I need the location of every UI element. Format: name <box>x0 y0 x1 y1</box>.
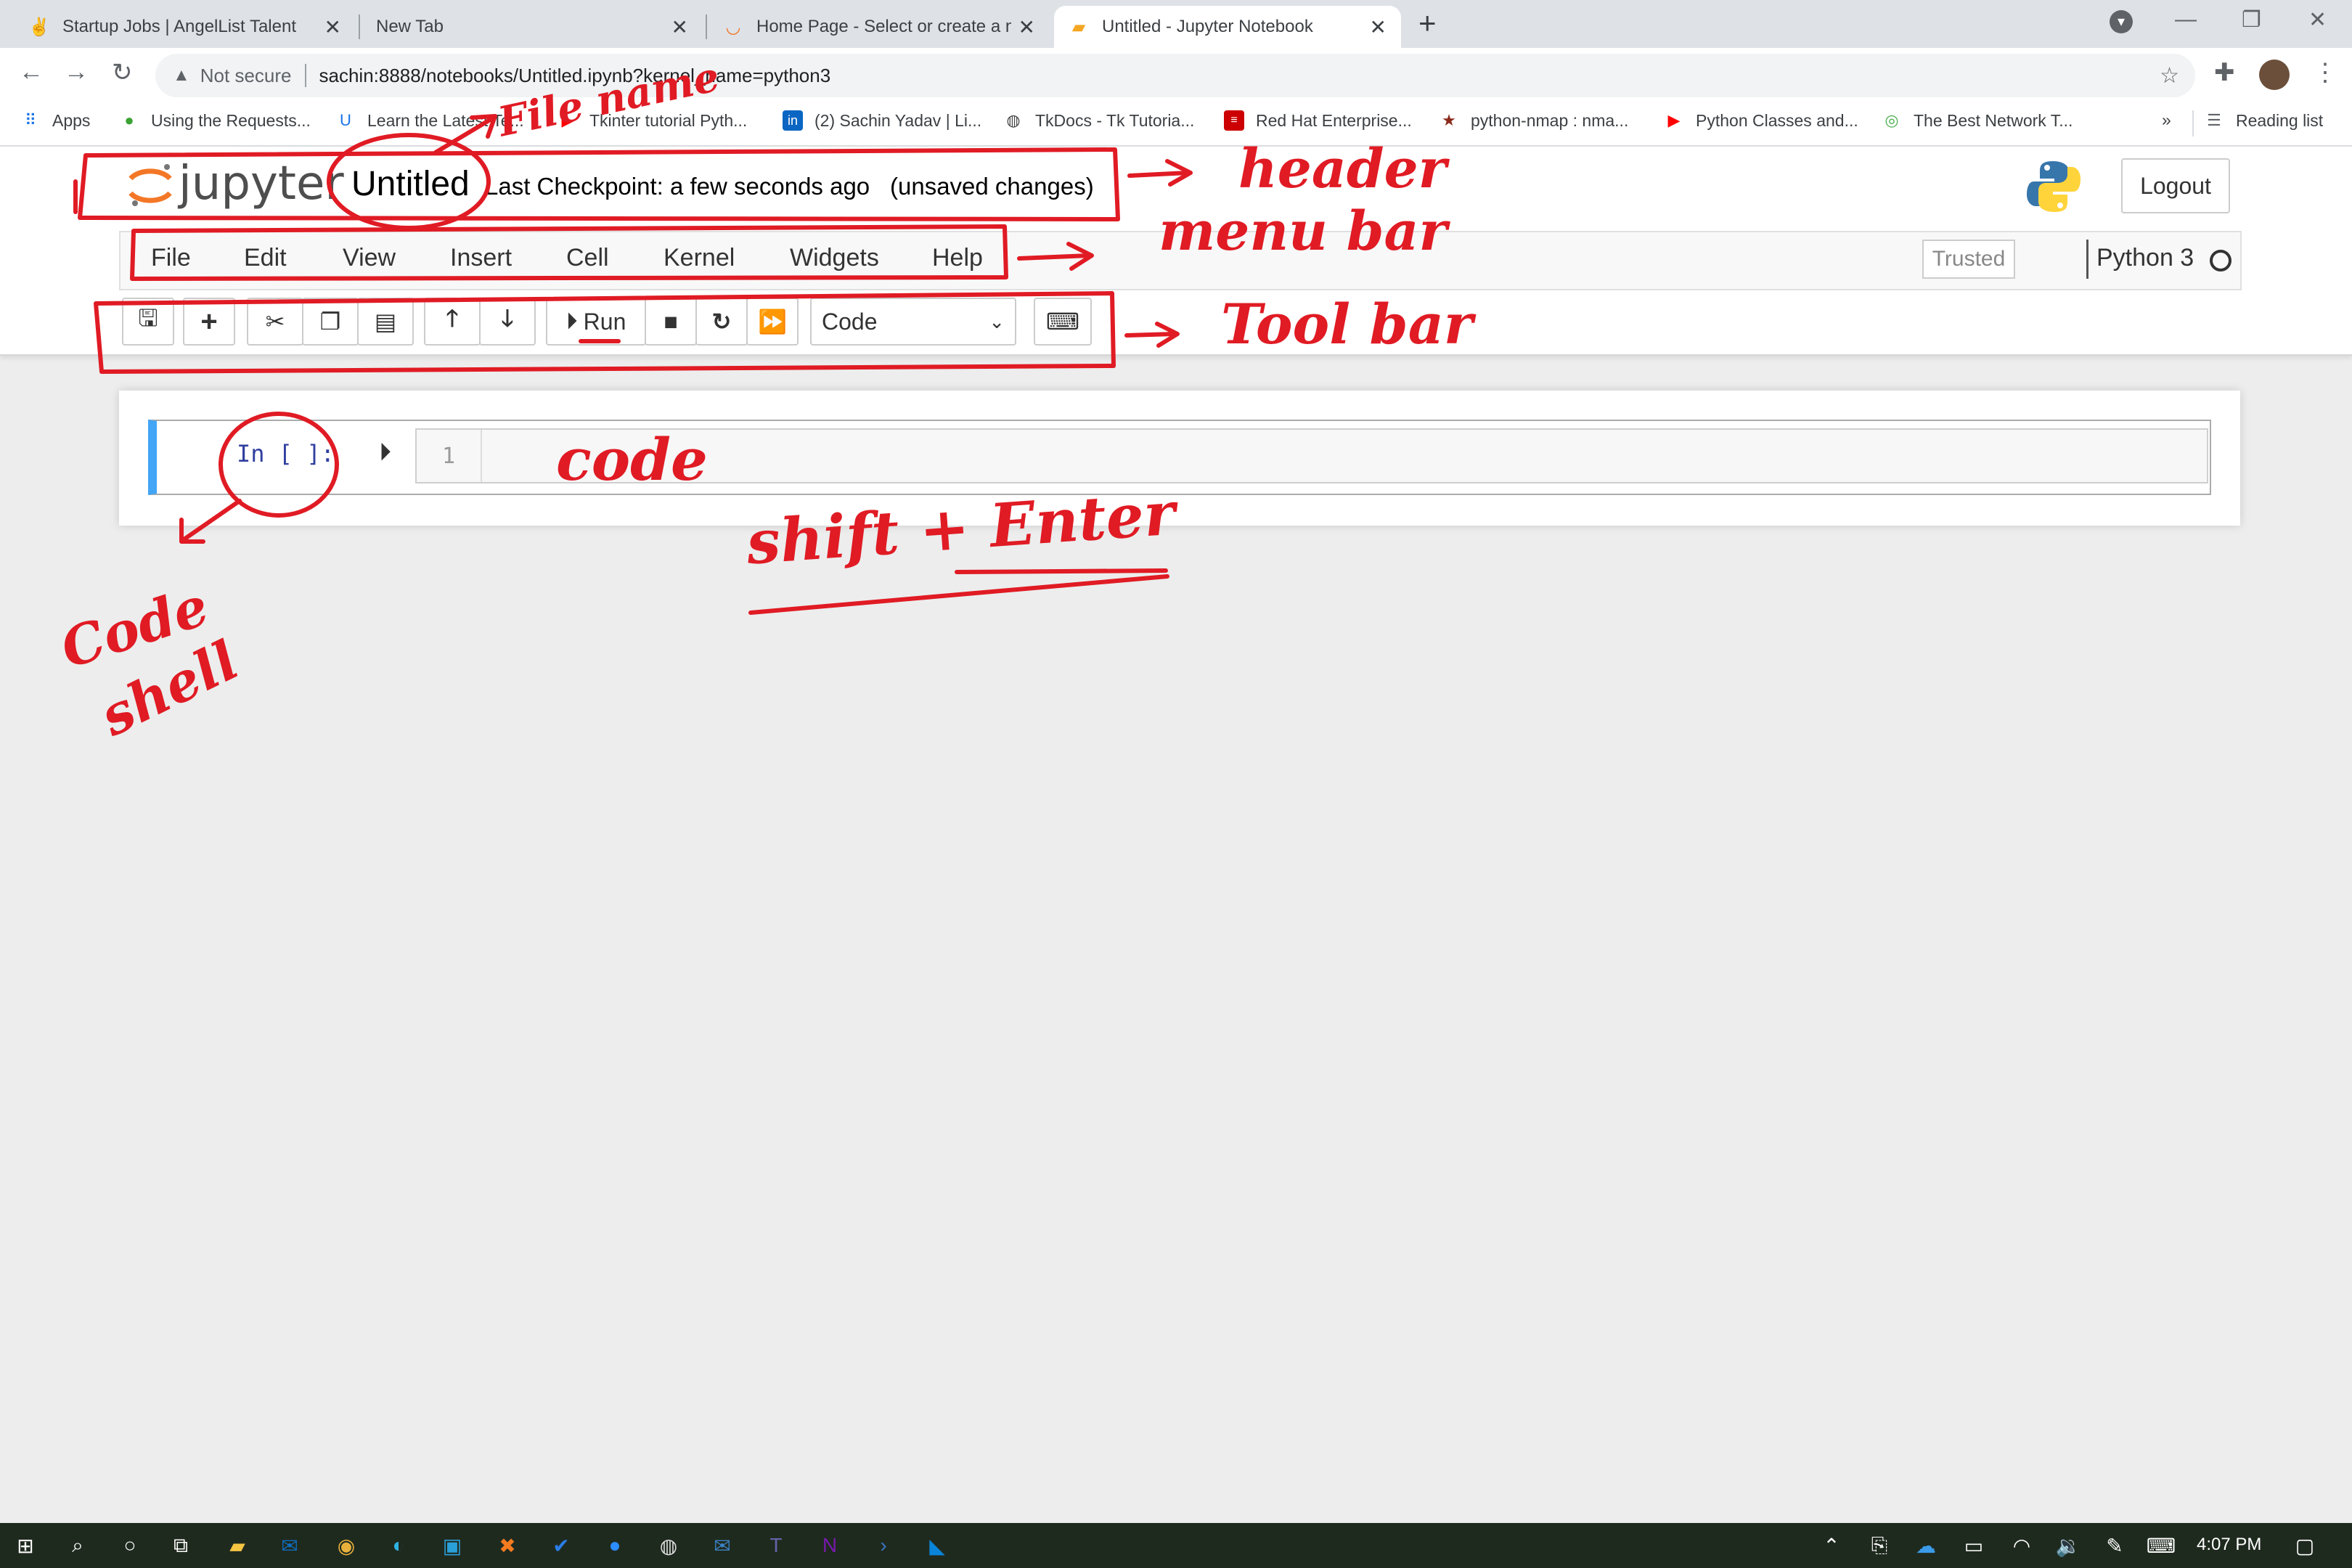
onenote-icon[interactable]: N <box>816 1532 844 1559</box>
annotation-tool-bar: Tool bar <box>1221 292 1473 356</box>
onedrive-icon[interactable]: ☁ <box>1912 1532 1940 1559</box>
chrome-icon[interactable]: ◉ <box>332 1532 360 1559</box>
pen-icon[interactable]: ✎ <box>2101 1532 2128 1559</box>
photos-icon[interactable]: ▣ <box>438 1532 466 1559</box>
annotation-code: code <box>556 425 708 494</box>
vscode-icon[interactable]: ◣ <box>923 1532 951 1559</box>
windows-taskbar: ⊞ ⌕ ○ ⧉ ▰ ✉ ◉ ◐ ▣ ✖ ✔ ● ◍ ✉ T N › ◣ ⌃ ⎘ … <box>0 1523 2352 1568</box>
keyboard-icon[interactable]: ⌨ <box>2147 1532 2176 1559</box>
chevron-up-icon[interactable]: ⌃ <box>1818 1532 1845 1559</box>
annotation-menu-bar: menu bar <box>1159 200 1447 263</box>
edge-icon[interactable]: ◐ <box>385 1532 412 1559</box>
todo-icon[interactable]: ✔ <box>547 1532 575 1559</box>
wifi-icon[interactable]: ◠ <box>2008 1532 2035 1559</box>
annotation-header: header <box>1238 138 1447 200</box>
outlook-icon[interactable]: ✉ <box>276 1532 303 1559</box>
globe-icon[interactable]: ◍ <box>655 1532 682 1559</box>
xampp-icon[interactable]: ✖ <box>494 1532 521 1559</box>
meet-now-icon[interactable]: ⎘ <box>1866 1532 1893 1559</box>
windows-start-icon[interactable]: ⊞ <box>12 1532 39 1559</box>
zoom-icon[interactable]: ● <box>601 1532 629 1559</box>
volume-icon[interactable]: 🔉 <box>2054 1532 2082 1559</box>
task-view-icon[interactable]: ⧉ <box>167 1532 195 1559</box>
notifications-icon[interactable]: ▢ <box>2291 1532 2319 1559</box>
powershell-icon[interactable]: › <box>870 1532 897 1559</box>
cortana-icon[interactable]: ○ <box>116 1532 144 1559</box>
file-explorer-icon[interactable]: ▰ <box>224 1532 251 1559</box>
mail-icon[interactable]: ✉ <box>709 1532 736 1559</box>
teams-icon[interactable]: T <box>762 1532 790 1559</box>
taskbar-clock[interactable]: 4:07 PM <box>2197 1535 2261 1555</box>
search-icon[interactable]: ⌕ <box>64 1532 91 1559</box>
battery-icon[interactable]: ▭ <box>1960 1532 1988 1559</box>
